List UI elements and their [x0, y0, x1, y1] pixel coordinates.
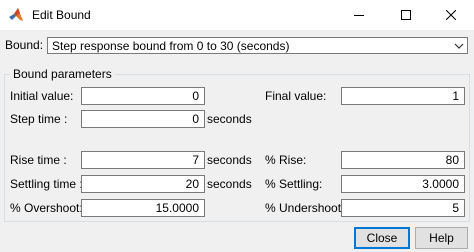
settling-time-label: Settling time : — [10, 177, 83, 191]
pct-undershoot-label: % Undershoot: — [265, 201, 345, 215]
bound-dropdown[interactable]: Step response bound from 0 to 30 (second… — [47, 37, 468, 54]
maximize-button[interactable] — [383, 0, 429, 30]
rise-time-field[interactable]: 7 — [81, 151, 205, 169]
close-icon — [446, 10, 456, 20]
pct-overshoot-label: % Overshoot: — [10, 201, 83, 215]
pct-undershoot-field[interactable]: 5 — [341, 199, 465, 217]
pct-settling-field[interactable]: 3.0000 — [341, 175, 465, 193]
pct-rise-label: % Rise: — [265, 153, 307, 167]
close-window-button[interactable] — [428, 0, 474, 30]
bound-label: Bound: — [5, 38, 44, 52]
settling-time-field[interactable]: 20 — [81, 175, 205, 193]
final-value-label: Final value: — [265, 89, 327, 103]
step-time-field[interactable]: 0 — [81, 110, 205, 128]
rise-time-label: Rise time : — [10, 153, 67, 167]
window-title: Edit Bound — [32, 8, 91, 22]
close-button[interactable]: Close — [354, 227, 410, 249]
pct-rise-field[interactable]: 80 — [341, 151, 465, 169]
title-bar: Edit Bound — [0, 0, 474, 30]
initial-value-label: Initial value: — [10, 89, 74, 103]
rise-time-unit: seconds — [207, 153, 252, 167]
group-title: Bound parameters — [10, 67, 115, 81]
help-button[interactable]: Help — [415, 227, 468, 249]
step-time-label: Step time : — [10, 112, 68, 126]
minimize-button[interactable] — [336, 0, 382, 30]
chevron-down-icon — [454, 43, 464, 49]
maximize-icon — [401, 10, 411, 20]
matlab-logo-icon — [9, 8, 23, 21]
pct-overshoot-field[interactable]: 15.0000 — [81, 199, 205, 217]
settling-time-unit: seconds — [207, 177, 252, 191]
minimize-icon — [354, 15, 364, 16]
step-time-unit: seconds — [207, 112, 252, 126]
initial-value-field[interactable]: 0 — [81, 87, 205, 105]
pct-settling-label: % Settling: — [265, 177, 323, 191]
bound-dropdown-value: Step response bound from 0 to 30 (second… — [52, 39, 290, 53]
final-value-field[interactable]: 1 — [341, 87, 465, 105]
